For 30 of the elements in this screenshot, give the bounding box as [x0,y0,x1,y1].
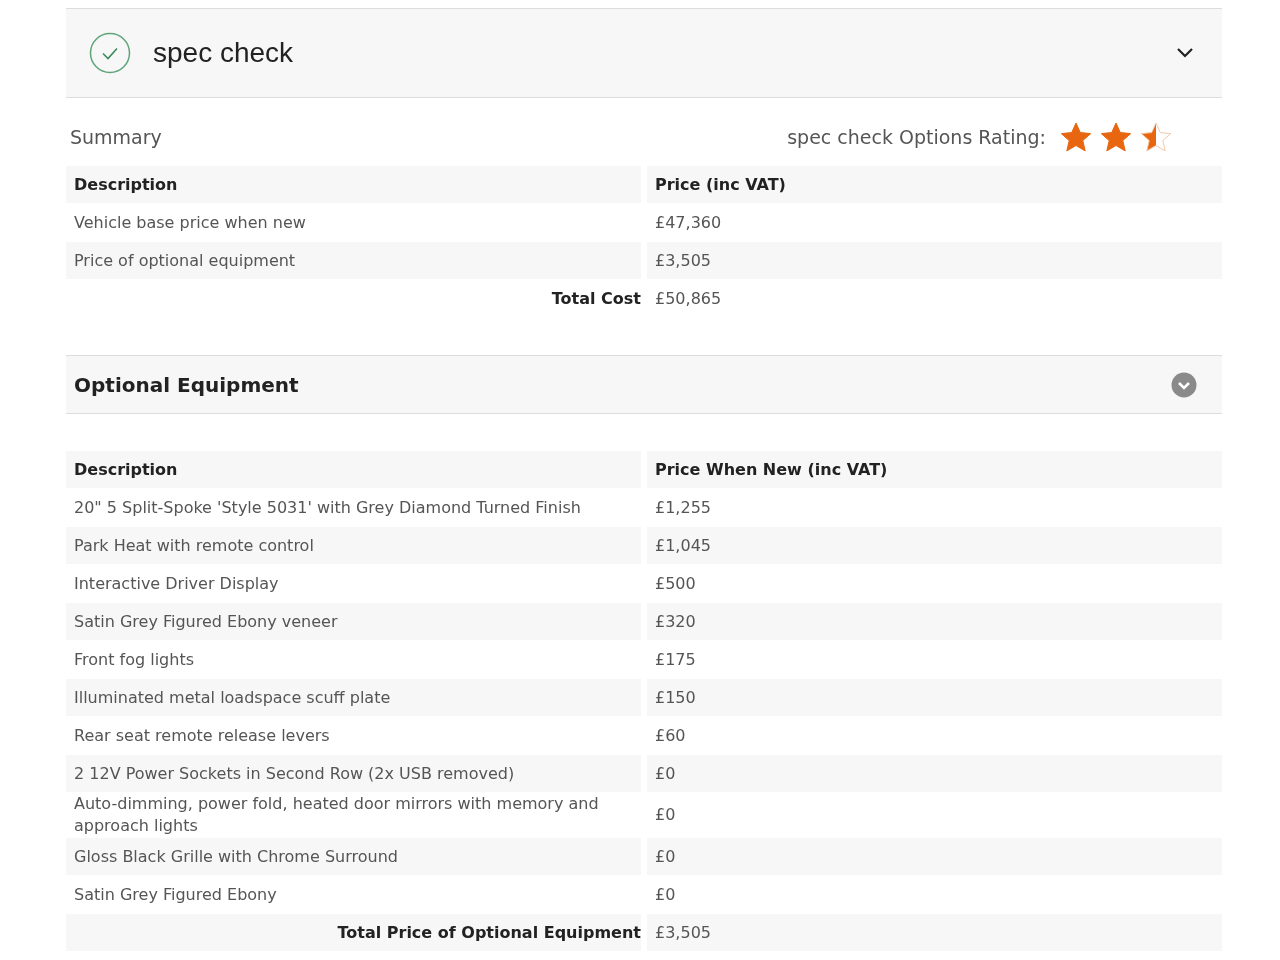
table-cell: £1,045 [647,527,1222,564]
table-cell: Illuminated metal loadspace scuff plate [66,679,641,716]
table-cell: Gloss Black Grille with Chrome Surround [66,838,641,875]
chevron-icon[interactable] [1176,47,1194,59]
table-cell: £0 [647,755,1222,792]
section-header[interactable]: spec check [66,8,1222,98]
half-star-icon [1140,122,1172,152]
column-header: Description [66,451,641,488]
section-header[interactable]: Optional Equipment [66,355,1222,414]
check-circle-icon [89,32,131,74]
table-cell: £320 [647,603,1222,640]
chevron-circle-icon[interactable] [1171,371,1197,398]
total-label: Total Price of Optional Equipment [66,914,641,951]
column-header: Description [66,166,641,203]
table-cell: £150 [647,679,1222,716]
star-icon [1100,122,1132,152]
table-cell: £3,505 [647,242,1222,279]
table-cell: Satin Grey Figured Ebony veneer [66,603,641,640]
section-title: Optional Equipment [74,371,299,399]
rating-label: spec check Options Rating: [787,124,1046,150]
table-cell: £0 [647,838,1222,875]
summary-title: Summary [70,124,162,150]
star-icon [1060,122,1092,152]
table-cell: Price of optional equipment [66,242,641,279]
table-cell: 2 12V Power Sockets in Second Row (2x USB removed) [66,755,641,792]
total-value: £3,505 [647,914,1222,951]
column-header: Price When New (inc VAT) [647,451,1222,488]
column-header: Price (inc VAT) [647,166,1222,203]
section-title: spec check [153,36,294,70]
table-cell: Park Heat with remote control [66,527,641,564]
